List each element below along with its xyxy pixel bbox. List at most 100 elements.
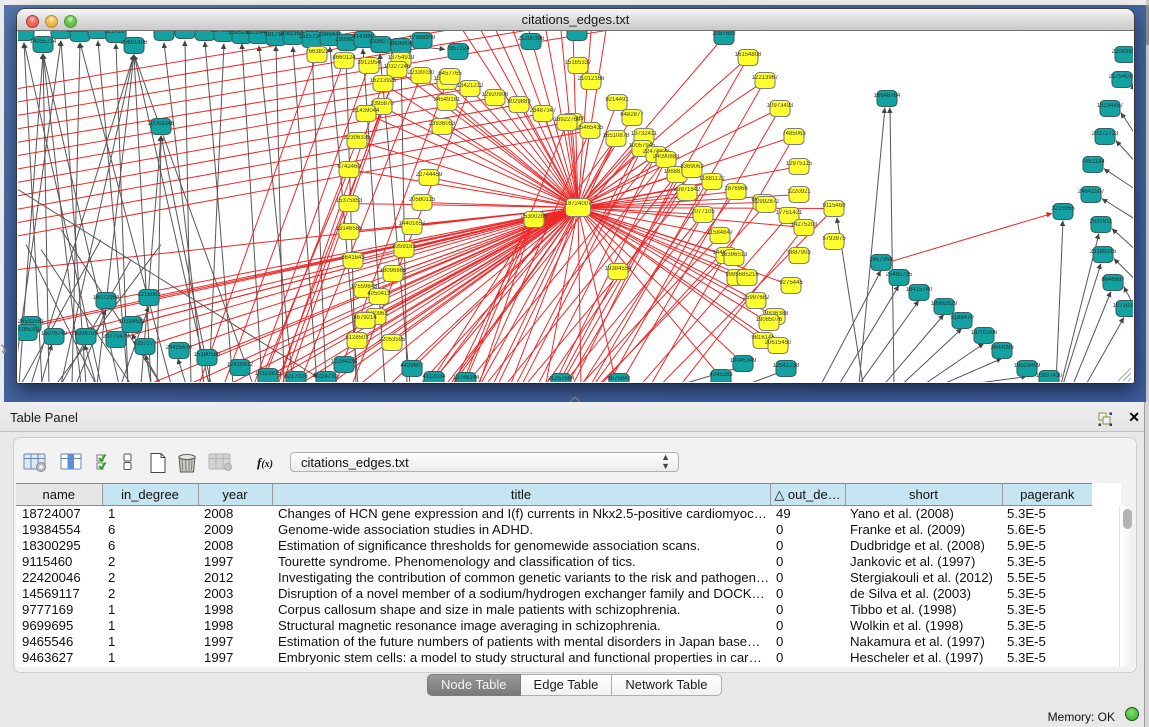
svg-text:10710248: 10710248 [1113, 303, 1133, 309]
svg-text:10323815: 10323815 [255, 371, 282, 377]
svg-text:18724007: 18724007 [565, 201, 592, 207]
svg-text:15165337: 15165337 [565, 60, 592, 66]
svg-text:3912954: 3912954 [357, 60, 381, 66]
svg-text:13146585: 13146585 [336, 226, 363, 232]
svg-text:22744459: 22744459 [416, 172, 443, 178]
svg-text:13732411: 13732411 [631, 131, 658, 137]
svg-text:8806804: 8806804 [389, 41, 413, 47]
svg-text:9217207: 9217207 [104, 31, 128, 35]
svg-text:1890399: 1890399 [565, 31, 589, 33]
svg-text:12416912: 12416912 [227, 362, 254, 368]
svg-text:17956909: 17956909 [409, 35, 436, 41]
svg-text:22093651: 22093651 [1112, 49, 1133, 55]
svg-text:2537611: 2537611 [1090, 219, 1114, 225]
svg-text:19085076: 19085076 [756, 317, 783, 323]
svg-text:18922760: 18922760 [554, 117, 581, 123]
svg-text:5682115: 5682115 [153, 31, 177, 33]
svg-text:13754919: 13754919 [388, 55, 415, 61]
svg-text:4112034: 4112034 [423, 374, 447, 380]
svg-text:2077105: 2077105 [691, 209, 715, 215]
svg-text:9214491: 9214491 [605, 97, 629, 103]
svg-text:12541238: 12541238 [773, 363, 800, 369]
svg-text:18096865: 18096865 [380, 268, 407, 274]
svg-text:22455603: 22455603 [18, 31, 38, 33]
svg-text:21257684: 21257684 [548, 376, 575, 382]
svg-text:16415740: 16415740 [906, 287, 933, 293]
svg-text:6128503: 6128503 [345, 335, 369, 341]
svg-text:10973493: 10973493 [767, 103, 794, 109]
svg-text:2087682: 2087682 [712, 31, 736, 37]
svg-text:20580115: 20580115 [409, 197, 436, 203]
svg-text:5641643: 5641643 [341, 255, 365, 261]
svg-text:20772475: 20772475 [103, 334, 130, 340]
svg-text:20691406: 20691406 [121, 40, 148, 46]
svg-text:8646997: 8646997 [1101, 277, 1125, 283]
svg-text:24641507: 24641507 [1078, 189, 1105, 195]
svg-text:5188470: 5188470 [950, 315, 974, 321]
svg-text:15375853: 15375853 [336, 198, 363, 204]
svg-text:12975115: 12975115 [786, 161, 813, 167]
svg-text:19285201: 19285201 [18, 327, 41, 333]
svg-text:7485063: 7485063 [782, 131, 806, 137]
svg-text:13134457: 13134457 [1097, 103, 1124, 109]
svg-text:1218062: 1218062 [137, 292, 161, 298]
svg-text:3215955: 3215955 [1051, 206, 1075, 212]
svg-text:24425670: 24425670 [166, 345, 193, 351]
svg-text:9887903: 9887903 [787, 250, 811, 256]
svg-text:9275445: 9275445 [779, 280, 803, 286]
svg-text:4679214: 4679214 [353, 315, 377, 321]
svg-text:5793975: 5793975 [822, 236, 846, 242]
svg-text:16072954: 16072954 [93, 295, 120, 301]
svg-text:8359183: 8359183 [392, 244, 416, 250]
svg-text:8369062: 8369062 [680, 164, 704, 170]
svg-text:6457765: 6457765 [438, 71, 462, 77]
svg-text:3644095: 3644095 [990, 345, 1014, 351]
svg-text:8224730: 8224730 [314, 374, 338, 380]
svg-text:24090883: 24090883 [653, 154, 680, 160]
svg-text:22053595: 22053595 [379, 337, 406, 343]
svg-text:13045349: 13045349 [730, 358, 757, 364]
svg-text:21754078: 21754078 [1109, 74, 1133, 80]
svg-text:20615450: 20615450 [765, 340, 792, 346]
svg-text:13701506: 13701506 [971, 330, 998, 336]
svg-text:23936053: 23936053 [429, 121, 456, 127]
svg-text:7663822: 7663822 [305, 49, 329, 55]
svg-text:12920906: 12920906 [482, 92, 509, 98]
svg-text:8396759: 8396759 [74, 331, 98, 337]
svg-text:6357277: 6357277 [133, 341, 157, 347]
svg-text:15180586: 15180586 [194, 352, 221, 358]
svg-text:9115460: 9115460 [823, 203, 847, 209]
svg-text:11584847: 11584847 [707, 230, 734, 236]
svg-text:13421212: 13421212 [457, 83, 484, 89]
svg-text:8660124: 8660124 [332, 55, 356, 61]
svg-text:14275203: 14275203 [791, 222, 818, 228]
svg-text:6742460: 6742460 [337, 164, 361, 170]
svg-text:4429607: 4429607 [400, 363, 424, 369]
svg-text:23188315: 23188315 [1090, 249, 1117, 255]
svg-text:24549181: 24549181 [434, 97, 461, 103]
svg-text:10334531: 10334531 [119, 319, 146, 325]
svg-text:2876966: 2876966 [724, 186, 748, 192]
svg-text:21439044: 21439044 [353, 108, 380, 114]
svg-text:16396513: 16396513 [721, 252, 748, 258]
svg-text:16648784: 16648784 [874, 93, 901, 99]
svg-text:6217026: 6217026 [284, 374, 308, 380]
svg-text:16154808: 16154808 [735, 52, 762, 58]
svg-text:2457954: 2457954 [869, 257, 893, 263]
svg-text:7452134: 7452134 [1081, 159, 1105, 165]
svg-text:f(x): f(x) [257, 455, 273, 470]
svg-text:25997682: 25997682 [743, 295, 770, 301]
svg-text:20053346: 20053346 [148, 121, 175, 127]
svg-text:17751421: 17751421 [776, 210, 803, 216]
svg-text:23487347: 23487347 [530, 108, 557, 114]
svg-text:16213925: 16213925 [370, 78, 397, 84]
svg-text:19523409: 19523409 [1014, 363, 1041, 369]
svg-text:10837430: 10837430 [1036, 373, 1063, 379]
svg-text:11881122: 11881122 [699, 176, 725, 182]
svg-text:8029889: 8029889 [507, 99, 531, 105]
svg-text:20372723: 20372723 [1092, 131, 1119, 137]
svg-text:18992829: 18992829 [931, 301, 958, 307]
svg-text:15076749: 15076749 [41, 331, 68, 337]
svg-text:4050413: 4050413 [367, 291, 391, 297]
svg-text:25300285: 25300285 [521, 214, 548, 220]
